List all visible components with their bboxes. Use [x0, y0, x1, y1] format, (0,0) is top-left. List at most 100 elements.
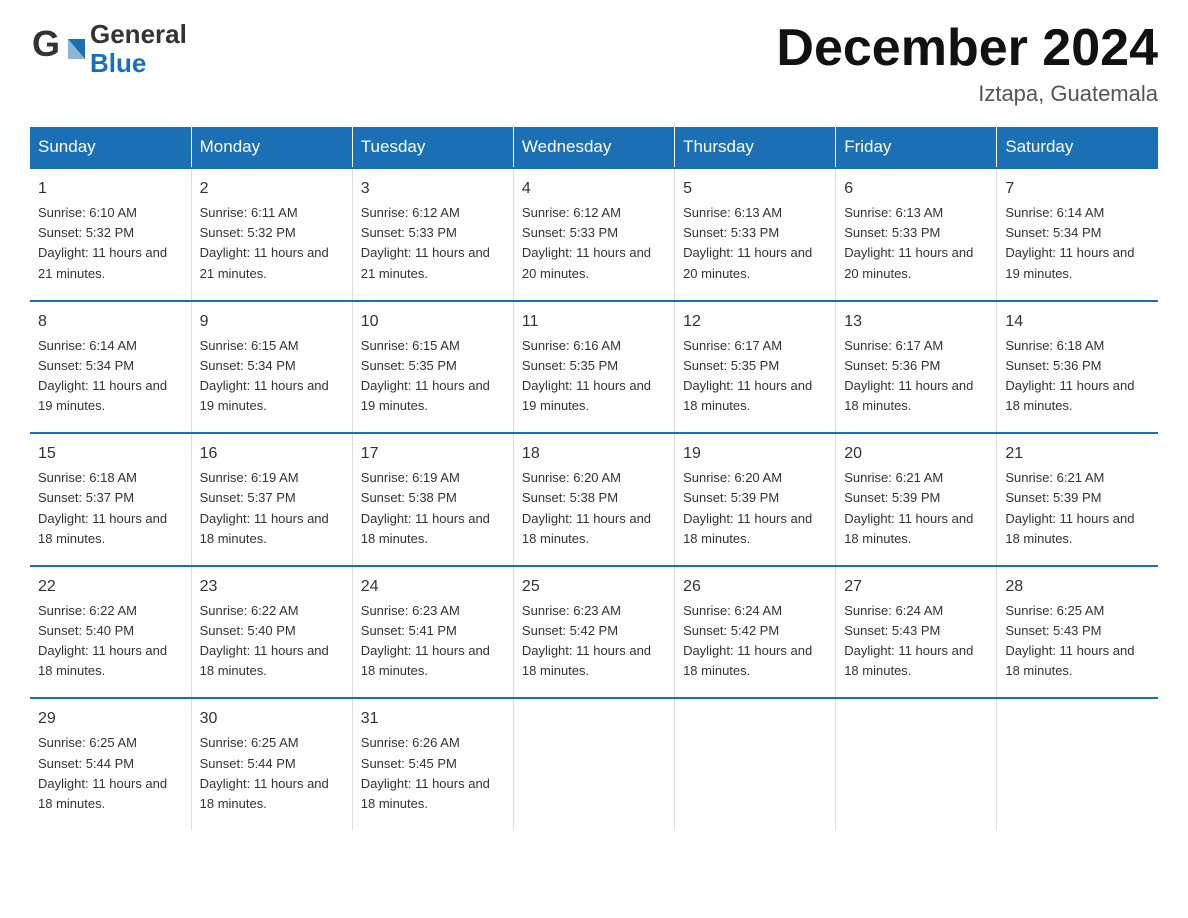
calendar-day-cell: 10Sunrise: 6:15 AMSunset: 5:35 PMDayligh…	[352, 301, 513, 434]
calendar-day-cell: 21Sunrise: 6:21 AMSunset: 5:39 PMDayligh…	[997, 433, 1158, 566]
day-info: Sunrise: 6:23 AMSunset: 5:42 PMDaylight:…	[522, 601, 666, 682]
day-number: 9	[200, 310, 344, 334]
day-info: Sunrise: 6:14 AMSunset: 5:34 PMDaylight:…	[38, 336, 183, 417]
calendar-day-cell: 25Sunrise: 6:23 AMSunset: 5:42 PMDayligh…	[513, 566, 674, 699]
calendar-day-cell: 19Sunrise: 6:20 AMSunset: 5:39 PMDayligh…	[675, 433, 836, 566]
calendar-header: SundayMondayTuesdayWednesdayThursdayFrid…	[30, 127, 1158, 168]
calendar-day-cell: 4Sunrise: 6:12 AMSunset: 5:33 PMDaylight…	[513, 168, 674, 301]
day-info: Sunrise: 6:21 AMSunset: 5:39 PMDaylight:…	[844, 468, 988, 549]
logo: G General Blue	[30, 20, 211, 77]
calendar-day-cell: 8Sunrise: 6:14 AMSunset: 5:34 PMDaylight…	[30, 301, 191, 434]
day-info: Sunrise: 6:10 AMSunset: 5:32 PMDaylight:…	[38, 203, 183, 284]
calendar-week-row: 15Sunrise: 6:18 AMSunset: 5:37 PMDayligh…	[30, 433, 1158, 566]
day-number: 30	[200, 707, 344, 731]
day-info: Sunrise: 6:15 AMSunset: 5:34 PMDaylight:…	[200, 336, 344, 417]
day-info: Sunrise: 6:25 AMSunset: 5:44 PMDaylight:…	[200, 733, 344, 814]
day-number: 7	[1005, 177, 1150, 201]
day-info: Sunrise: 6:25 AMSunset: 5:44 PMDaylight:…	[38, 733, 183, 814]
calendar-day-cell: 24Sunrise: 6:23 AMSunset: 5:41 PMDayligh…	[352, 566, 513, 699]
day-number: 22	[38, 575, 183, 599]
day-number: 5	[683, 177, 827, 201]
calendar-day-cell: 13Sunrise: 6:17 AMSunset: 5:36 PMDayligh…	[836, 301, 997, 434]
day-info: Sunrise: 6:14 AMSunset: 5:34 PMDaylight:…	[1005, 203, 1150, 284]
day-info: Sunrise: 6:13 AMSunset: 5:33 PMDaylight:…	[844, 203, 988, 284]
day-info: Sunrise: 6:19 AMSunset: 5:38 PMDaylight:…	[361, 468, 505, 549]
day-info: Sunrise: 6:11 AMSunset: 5:32 PMDaylight:…	[200, 203, 344, 284]
day-number: 14	[1005, 310, 1150, 334]
calendar-day-cell: 16Sunrise: 6:19 AMSunset: 5:37 PMDayligh…	[191, 433, 352, 566]
main-title: December 2024	[776, 20, 1158, 77]
day-info: Sunrise: 6:20 AMSunset: 5:38 PMDaylight:…	[522, 468, 666, 549]
calendar-day-cell: 11Sunrise: 6:16 AMSunset: 5:35 PMDayligh…	[513, 301, 674, 434]
calendar-day-cell: 3Sunrise: 6:12 AMSunset: 5:33 PMDaylight…	[352, 168, 513, 301]
calendar-week-row: 22Sunrise: 6:22 AMSunset: 5:40 PMDayligh…	[30, 566, 1158, 699]
calendar-day-cell: 23Sunrise: 6:22 AMSunset: 5:40 PMDayligh…	[191, 566, 352, 699]
day-number: 18	[522, 442, 666, 466]
day-info: Sunrise: 6:18 AMSunset: 5:37 PMDaylight:…	[38, 468, 183, 549]
day-info: Sunrise: 6:22 AMSunset: 5:40 PMDaylight:…	[38, 601, 183, 682]
day-number: 26	[683, 575, 827, 599]
day-number: 11	[522, 310, 666, 334]
day-of-week-header: Friday	[836, 127, 997, 168]
calendar-day-cell: 1Sunrise: 6:10 AMSunset: 5:32 PMDaylight…	[30, 168, 191, 301]
calendar-day-cell: 5Sunrise: 6:13 AMSunset: 5:33 PMDaylight…	[675, 168, 836, 301]
day-info: Sunrise: 6:24 AMSunset: 5:42 PMDaylight:…	[683, 601, 827, 682]
calendar-day-cell: 29Sunrise: 6:25 AMSunset: 5:44 PMDayligh…	[30, 698, 191, 830]
day-number: 6	[844, 177, 988, 201]
day-number: 25	[522, 575, 666, 599]
page-header: G General Blue December 2024 Iztapa, Gua…	[30, 20, 1158, 107]
calendar-day-cell	[513, 698, 674, 830]
calendar-week-row: 1Sunrise: 6:10 AMSunset: 5:32 PMDaylight…	[30, 168, 1158, 301]
calendar-day-cell: 28Sunrise: 6:25 AMSunset: 5:43 PMDayligh…	[997, 566, 1158, 699]
calendar-table: SundayMondayTuesdayWednesdayThursdayFrid…	[30, 127, 1158, 830]
day-info: Sunrise: 6:13 AMSunset: 5:33 PMDaylight:…	[683, 203, 827, 284]
day-number: 13	[844, 310, 988, 334]
day-of-week-header: Sunday	[30, 127, 191, 168]
calendar-day-cell: 27Sunrise: 6:24 AMSunset: 5:43 PMDayligh…	[836, 566, 997, 699]
calendar-day-cell: 31Sunrise: 6:26 AMSunset: 5:45 PMDayligh…	[352, 698, 513, 830]
day-number: 16	[200, 442, 344, 466]
day-of-week-header: Tuesday	[352, 127, 513, 168]
day-number: 2	[200, 177, 344, 201]
calendar-day-cell: 9Sunrise: 6:15 AMSunset: 5:34 PMDaylight…	[191, 301, 352, 434]
day-number: 21	[1005, 442, 1150, 466]
day-number: 23	[200, 575, 344, 599]
calendar-day-cell	[836, 698, 997, 830]
calendar-day-cell: 12Sunrise: 6:17 AMSunset: 5:35 PMDayligh…	[675, 301, 836, 434]
day-of-week-header: Wednesday	[513, 127, 674, 168]
day-info: Sunrise: 6:17 AMSunset: 5:36 PMDaylight:…	[844, 336, 988, 417]
day-number: 1	[38, 177, 183, 201]
calendar-day-cell: 15Sunrise: 6:18 AMSunset: 5:37 PMDayligh…	[30, 433, 191, 566]
day-info: Sunrise: 6:20 AMSunset: 5:39 PMDaylight:…	[683, 468, 827, 549]
calendar-week-row: 29Sunrise: 6:25 AMSunset: 5:44 PMDayligh…	[30, 698, 1158, 830]
day-info: Sunrise: 6:23 AMSunset: 5:41 PMDaylight:…	[361, 601, 505, 682]
day-info: Sunrise: 6:12 AMSunset: 5:33 PMDaylight:…	[361, 203, 505, 284]
logo-icon: G	[30, 21, 85, 76]
day-number: 3	[361, 177, 505, 201]
calendar-day-cell: 22Sunrise: 6:22 AMSunset: 5:40 PMDayligh…	[30, 566, 191, 699]
calendar-week-row: 8Sunrise: 6:14 AMSunset: 5:34 PMDaylight…	[30, 301, 1158, 434]
day-info: Sunrise: 6:16 AMSunset: 5:35 PMDaylight:…	[522, 336, 666, 417]
logo-name-blue: Blue	[90, 49, 211, 78]
calendar-day-cell: 26Sunrise: 6:24 AMSunset: 5:42 PMDayligh…	[675, 566, 836, 699]
calendar-body: 1Sunrise: 6:10 AMSunset: 5:32 PMDaylight…	[30, 168, 1158, 830]
title-block: December 2024 Iztapa, Guatemala	[776, 20, 1158, 107]
calendar-day-cell: 14Sunrise: 6:18 AMSunset: 5:36 PMDayligh…	[997, 301, 1158, 434]
day-info: Sunrise: 6:24 AMSunset: 5:43 PMDaylight:…	[844, 601, 988, 682]
day-number: 12	[683, 310, 827, 334]
calendar-day-cell: 6Sunrise: 6:13 AMSunset: 5:33 PMDaylight…	[836, 168, 997, 301]
day-number: 4	[522, 177, 666, 201]
day-number: 27	[844, 575, 988, 599]
day-number: 8	[38, 310, 183, 334]
calendar-day-cell	[997, 698, 1158, 830]
calendar-day-cell: 17Sunrise: 6:19 AMSunset: 5:38 PMDayligh…	[352, 433, 513, 566]
day-info: Sunrise: 6:25 AMSunset: 5:43 PMDaylight:…	[1005, 601, 1150, 682]
svg-text:G: G	[32, 23, 60, 64]
day-info: Sunrise: 6:15 AMSunset: 5:35 PMDaylight:…	[361, 336, 505, 417]
logo-name-general: General	[90, 20, 211, 49]
day-of-week-header: Saturday	[997, 127, 1158, 168]
calendar-day-cell: 20Sunrise: 6:21 AMSunset: 5:39 PMDayligh…	[836, 433, 997, 566]
calendar-day-cell	[675, 698, 836, 830]
day-of-week-header: Thursday	[675, 127, 836, 168]
day-info: Sunrise: 6:12 AMSunset: 5:33 PMDaylight:…	[522, 203, 666, 284]
